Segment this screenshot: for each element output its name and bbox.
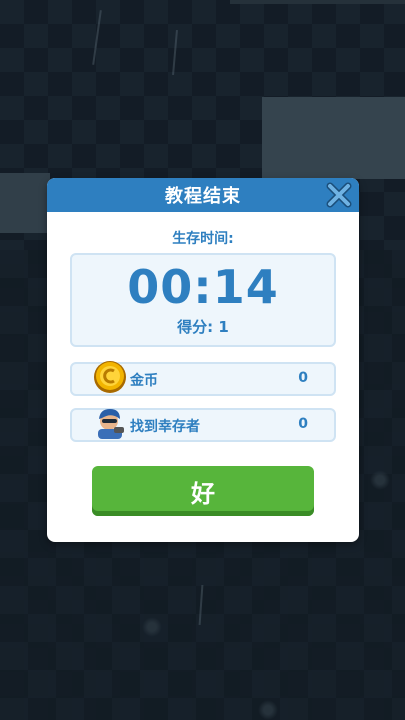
coin-row: 金币 0 — [70, 361, 336, 396]
gold-coin-icon — [94, 361, 126, 393]
close-icon — [326, 182, 352, 208]
survivor-icon — [98, 409, 124, 439]
time-panel: 00:14 得分: 1 — [70, 253, 336, 347]
close-button[interactable] — [325, 181, 353, 209]
dialog-header: 教程结束 — [47, 178, 359, 212]
survivors-value: 0 — [298, 416, 308, 432]
coin-value: 0 — [298, 370, 308, 386]
dialog-title: 教程结束 — [165, 186, 241, 207]
ok-button-label: 好 — [191, 479, 215, 508]
survival-time-label: 生存时间: — [172, 231, 234, 247]
survivors-label: 找到幸存者 — [130, 419, 200, 435]
coin-label: 金币 — [130, 373, 158, 389]
tutorial-complete-dialog: 教程结束 生存时间: 00:14 得分: 1 金币 0 找到幸存者 0 好 — [47, 178, 359, 542]
ok-button[interactable]: 好 — [92, 466, 314, 516]
score-text: 得分: 1 — [177, 318, 229, 336]
survival-time-value: 00:14 — [127, 260, 279, 314]
survivors-row: 找到幸存者 0 — [70, 408, 336, 442]
